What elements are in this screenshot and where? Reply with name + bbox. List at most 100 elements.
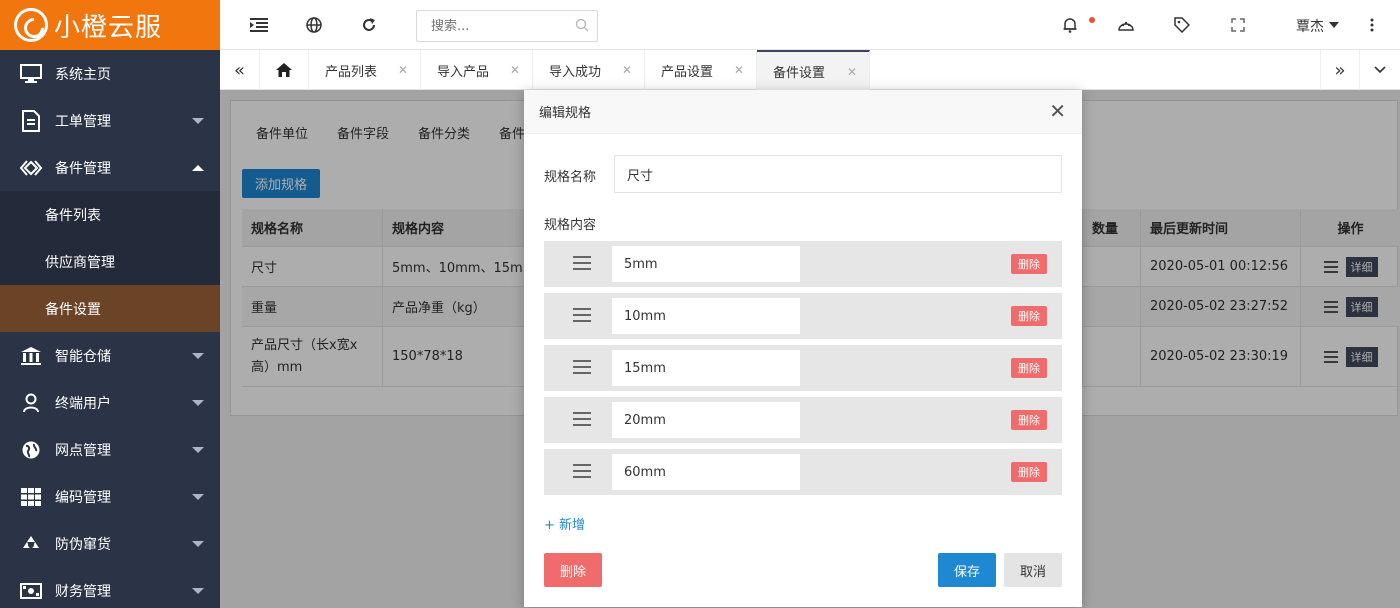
tag-icon[interactable]	[1171, 14, 1193, 36]
logo[interactable]: 小橙云服	[0, 0, 220, 50]
money-icon	[20, 580, 42, 602]
sidebar-item-label: 工单管理	[55, 113, 111, 130]
spec-name-label: 规格名称	[544, 170, 597, 185]
delete-button[interactable]: 删除	[544, 553, 602, 587]
spec-content-label: 规格内容	[544, 218, 597, 233]
caret-down-icon	[192, 447, 204, 453]
sidebar-item-label: 防伪窜货	[55, 536, 111, 553]
logo-icon	[14, 8, 48, 42]
caret-down-icon[interactable]	[1329, 22, 1339, 28]
sidebar-subitem-label: 备件列表	[45, 207, 101, 224]
tab-product-settings[interactable]: 产品设置 ✕	[645, 50, 757, 90]
tab-label: 备件设置	[773, 65, 826, 81]
caret-down-icon	[192, 400, 204, 406]
sidebar-item-home[interactable]: 系统主页	[0, 50, 220, 97]
more-vertical-icon[interactable]	[1361, 14, 1383, 36]
spec-value-input[interactable]	[612, 350, 800, 386]
spec-value-input[interactable]	[612, 246, 800, 282]
spec-delete-button[interactable]: 删除	[1011, 410, 1047, 430]
drag-handle-icon[interactable]	[573, 464, 591, 482]
caret-down-icon	[192, 588, 204, 594]
sidebar: 小橙云服 系统主页 工单管理 备件管理 备件列表 供应商管理 备件设置 智能仓储…	[0, 0, 220, 608]
sidebar-item-label: 终端用户	[55, 395, 111, 412]
caret-down-icon	[192, 541, 204, 547]
scroll-left-icon[interactable]: «	[220, 50, 260, 90]
spec-row: 删除	[544, 293, 1062, 339]
recycle-icon	[20, 533, 42, 555]
close-icon[interactable]: ✕	[510, 63, 520, 77]
sidebar-item-label: 智能仓储	[55, 348, 111, 365]
close-icon[interactable]: ✕	[398, 63, 408, 77]
drag-handle-icon[interactable]	[573, 360, 591, 378]
add-spec-link[interactable]: + 新增	[544, 514, 585, 533]
sidebar-subitem-label: 备件设置	[45, 301, 101, 318]
tab-product-list[interactable]: 产品列表 ✕	[309, 50, 421, 90]
sidebar-subnav: 备件列表 供应商管理 备件设置	[0, 191, 220, 332]
document-icon	[20, 109, 42, 132]
modal-header: 编辑规格 ✕	[524, 90, 1082, 134]
sidebar-subitem-sparepart-settings[interactable]: 备件设置	[0, 285, 220, 332]
tab-label: 产品列表	[325, 64, 378, 80]
close-icon[interactable]: ✕	[847, 65, 857, 79]
refresh-icon[interactable]	[358, 14, 380, 36]
sidebar-item-endusers[interactable]: 终端用户	[0, 379, 220, 426]
spec-delete-button[interactable]: 删除	[1011, 254, 1047, 274]
home-tab[interactable]	[260, 50, 309, 90]
scroll-right-icon[interactable]: »	[1320, 50, 1360, 90]
modal-title: 编辑规格	[539, 106, 592, 121]
language-globe-icon[interactable]	[303, 14, 325, 36]
palette-icon[interactable]	[1115, 14, 1137, 36]
spec-value-input[interactable]	[612, 298, 800, 334]
drag-handle-icon[interactable]	[573, 308, 591, 326]
tab-label: 导入成功	[549, 64, 602, 80]
tab-import-product[interactable]: 导入产品 ✕	[421, 50, 533, 90]
close-icon[interactable]: ✕	[622, 63, 632, 77]
sidebar-item-label: 系统主页	[55, 66, 111, 83]
user-name[interactable]: 覃杰	[1296, 16, 1324, 36]
sidebar-item-spareparts[interactable]: 备件管理	[0, 144, 220, 191]
tab-sparepart-settings[interactable]: 备件设置 ✕	[757, 50, 870, 90]
spec-delete-button[interactable]: 删除	[1011, 358, 1047, 378]
spec-value-input[interactable]	[612, 402, 800, 438]
sidebar-subitem-supplier[interactable]: 供应商管理	[0, 238, 220, 285]
search-icon[interactable]	[575, 18, 589, 36]
diamond-icon	[20, 157, 42, 179]
sidebar-item-warehouse[interactable]: 智能仓储	[0, 332, 220, 379]
search-box[interactable]	[416, 10, 598, 42]
monitor-icon	[20, 63, 42, 85]
sidebar-item-workorder[interactable]: 工单管理	[0, 97, 220, 144]
bell-icon[interactable]	[1059, 14, 1081, 36]
tab-import-success[interactable]: 导入成功 ✕	[533, 50, 645, 90]
spec-delete-button[interactable]: 删除	[1011, 306, 1047, 326]
sidebar-item-anticounterfeit[interactable]: 防伪窜货	[0, 520, 220, 567]
spec-delete-button[interactable]: 删除	[1011, 462, 1047, 482]
spec-name-input[interactable]	[614, 155, 1062, 193]
globe-icon	[20, 439, 42, 461]
spec-value-input[interactable]	[612, 454, 800, 490]
caret-down-icon	[192, 494, 204, 500]
bank-icon	[20, 345, 42, 367]
tab-label: 产品设置	[661, 64, 714, 80]
caret-down-icon	[192, 353, 204, 359]
sidebar-item-label: 财务管理	[55, 583, 111, 600]
close-icon[interactable]: ✕	[734, 63, 744, 77]
sidebar-item-finance[interactable]: 财务管理	[0, 567, 220, 608]
grid-icon	[20, 486, 42, 508]
spec-row: 删除	[544, 241, 1062, 287]
sidebar-item-outlets[interactable]: 网点管理	[0, 426, 220, 473]
drag-handle-icon[interactable]	[573, 256, 591, 274]
save-button[interactable]: 保存	[938, 553, 996, 587]
cancel-button[interactable]: 取消	[1004, 553, 1062, 587]
fullscreen-icon[interactable]	[1227, 14, 1249, 36]
spec-row: 删除	[544, 345, 1062, 391]
sidebar-item-label: 备件管理	[55, 160, 111, 177]
chevron-down-icon[interactable]	[1360, 50, 1400, 90]
sidebar-item-coding[interactable]: 编码管理	[0, 473, 220, 520]
close-icon[interactable]: ✕	[1049, 101, 1066, 121]
sidebar-subitem-sparepart-list[interactable]: 备件列表	[0, 191, 220, 238]
drag-handle-icon[interactable]	[573, 412, 591, 430]
sidebar-item-label: 网点管理	[55, 442, 111, 459]
search-input[interactable]	[417, 11, 567, 41]
tab-label: 导入产品	[437, 64, 490, 80]
menu-indent-icon[interactable]	[248, 14, 270, 36]
